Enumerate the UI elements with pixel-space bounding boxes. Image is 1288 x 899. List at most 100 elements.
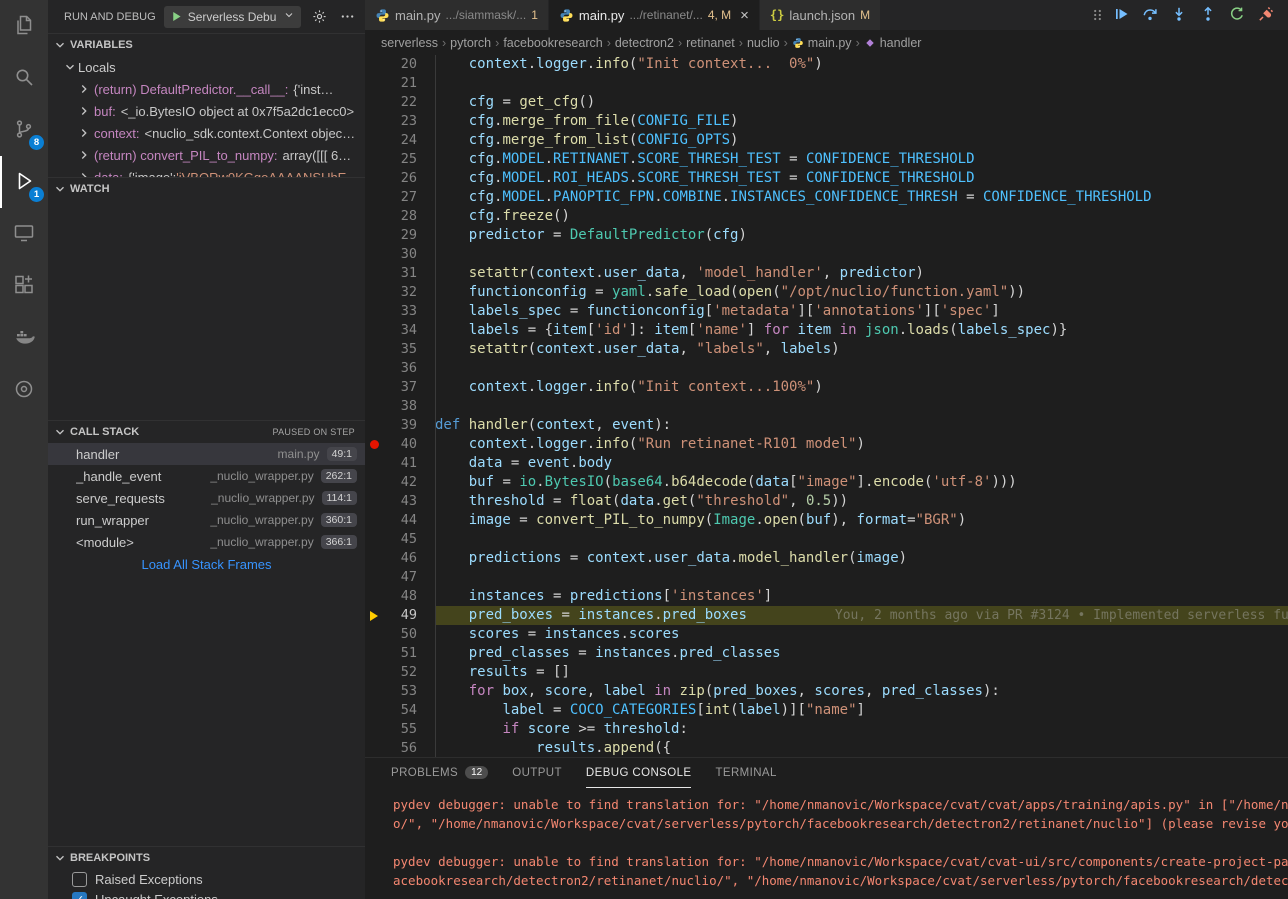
code-line[interactable]: 49 pred_boxes = instances.pred_boxesYou,… [365,606,1288,625]
code-line[interactable]: 26 cfg.MODEL.ROI_HEADS.SCORE_THRESH_TEST… [365,169,1288,188]
debug-disconnect-button[interactable] [1256,5,1276,25]
variable-row[interactable]: context:<nuclio_sdk.context.Context obje… [48,122,365,144]
breadcrumb-item-serverless[interactable]: serverless [381,36,438,50]
code-line[interactable]: 42 buf = io.BytesIO(base64.b64decode(dat… [365,473,1288,492]
panel-tab-output[interactable]: OUTPUT [512,758,562,788]
code-line[interactable]: 54 label = COCO_CATEGORIES[int(label)]["… [365,701,1288,720]
debug-step-out-button[interactable] [1198,5,1218,25]
code-line[interactable]: 50 scores = instances.scores [365,625,1288,644]
code-line[interactable]: 39def handler(context, event): [365,416,1288,435]
code-line[interactable]: 48 instances = predictions['instances'] [365,587,1288,606]
breakpoints-section-header[interactable]: BREAKPOINTS [48,847,365,869]
close-icon[interactable]: × [740,8,749,23]
code-line[interactable]: 24 cfg.merge_from_list(CONFIG_OPTS) [365,131,1288,150]
more-actions-icon[interactable] [337,9,357,24]
breadcrumb-item-retinanet[interactable]: retinanet [686,36,735,50]
panel-tab-problems[interactable]: PROBLEMS12 [391,758,488,788]
editor-tab[interactable]: main.py.../siammask/...1 [365,0,549,30]
code-line[interactable]: 27 cfg.MODEL.PANOPTIC_FPN.COMBINE.INSTAN… [365,188,1288,207]
breakpoint-row[interactable]: ✓Uncaught Exceptions [48,889,365,899]
code-line[interactable]: 28 cfg.freeze() [365,207,1288,226]
activity-item-docker[interactable] [0,312,48,364]
watch-section-header[interactable]: WATCH [48,178,365,200]
console-line: pydev debugger: unable to find translati… [393,795,1288,814]
debug-console-output[interactable]: pydev debugger: unable to find translati… [365,788,1288,899]
code-line[interactable]: 44 image = convert_PIL_to_numpy(Image.op… [365,511,1288,530]
checkbox[interactable] [72,872,87,887]
code-line[interactable]: 20 context.logger.info("Init context... … [365,55,1288,74]
variables-scope-locals[interactable]: Locals [48,56,365,78]
line-number: 30 [383,245,417,264]
load-all-stack-frames-link[interactable]: Load All Stack Frames [48,553,365,577]
code-line[interactable]: 30 [365,245,1288,264]
code-line[interactable]: 43 threshold = float(data.get("threshold… [365,492,1288,511]
line-number: 38 [383,397,417,416]
code-line[interactable]: 52 results = [] [365,663,1288,682]
callstack-section-header[interactable]: CALL STACK PAUSED ON STEP [48,421,365,443]
breadcrumb-label: retinanet [686,36,735,50]
gear-icon[interactable] [309,9,329,24]
activity-item-extensions[interactable] [0,260,48,312]
debug-step-into-button[interactable] [1169,5,1189,25]
code-line[interactable]: 32 functionconfig = yaml.safe_load(open(… [365,283,1288,302]
code-line[interactable]: 51 pred_classes = instances.pred_classes [365,644,1288,663]
breadcrumb-item-facebookresearch[interactable]: facebookresearch [503,36,602,50]
checkbox[interactable]: ✓ [72,892,87,899]
code-line[interactable]: 55 if score >= threshold: [365,720,1288,739]
variable-row[interactable]: (return) DefaultPredictor.__call__:{'ins… [48,78,365,100]
activity-item-files[interactable] [0,0,48,52]
breadcrumb-item-nuclio[interactable]: nuclio [747,36,780,50]
code-line[interactable]: 46 predictions = context.user_data.model… [365,549,1288,568]
code-line[interactable]: 37 context.logger.info("Init context...1… [365,378,1288,397]
code-editor[interactable]: 20 context.logger.info("Init context... … [365,55,1288,757]
variable-row[interactable]: (return) convert_PIL_to_numpy:array([[[ … [48,144,365,166]
debug-step-over-button[interactable] [1140,5,1160,25]
debug-continue-button[interactable] [1111,5,1131,25]
stack-frame-row[interactable]: _handle_event_nuclio_wrapper.py262:1 [48,465,365,487]
debug-config-dropdown[interactable]: Serverless Debu [164,6,301,28]
panel-tab-debug-console[interactable]: DEBUG CONSOLE [586,758,692,788]
code-line[interactable]: 23 cfg.merge_from_file(CONFIG_FILE) [365,112,1288,131]
editor-tab[interactable]: {}launch.jsonM [760,0,881,30]
toolbar-grip-icon[interactable] [1093,7,1102,23]
code-line[interactable]: 38 [365,397,1288,416]
activity-item-search[interactable] [0,52,48,104]
activity-item-extension-circle[interactable] [0,364,48,416]
breakpoint-icon[interactable] [365,440,383,449]
breadcrumb-item-detectron2[interactable]: detectron2 [615,36,674,50]
code-line[interactable]: 21 [365,74,1288,93]
code-line[interactable]: 41 data = event.body [365,454,1288,473]
variables-section-header[interactable]: VARIABLES [48,34,365,56]
debug-restart-button[interactable] [1227,5,1247,25]
breadcrumb-item-main-py[interactable]: main.py [792,36,852,50]
code-line[interactable]: 33 labels_spec = functionconfig['metadat… [365,302,1288,321]
code-line[interactable]: 35 setattr(context.user_data, "labels", … [365,340,1288,359]
editor-tab[interactable]: main.py.../retinanet/...4, M× [549,0,760,30]
start-debugging-icon[interactable] [170,10,183,23]
breadcrumb-item-handler[interactable]: handler [864,36,922,50]
code-line[interactable]: 40 context.logger.info("Run retinanet-R1… [365,435,1288,454]
current-line-arrow-icon[interactable] [365,611,383,621]
breakpoint-row[interactable]: Raised Exceptions [48,869,365,889]
stack-frame-row[interactable]: <module>_nuclio_wrapper.py366:1 [48,531,365,553]
variable-row[interactable]: buf:<_io.BytesIO object at 0x7f5a2dc1ecc… [48,100,365,122]
code-line[interactable]: 34 labels = {item['id']: item['name'] fo… [365,321,1288,340]
code-line[interactable]: 47 [365,568,1288,587]
code-line[interactable]: 22 cfg = get_cfg() [365,93,1288,112]
code-line[interactable]: 45 [365,530,1288,549]
code-line[interactable]: 25 cfg.MODEL.RETINANET.SCORE_THRESH_TEST… [365,150,1288,169]
activity-item-run-debug[interactable]: 1 [0,156,48,208]
code-line[interactable]: 31 setattr(context.user_data, 'model_han… [365,264,1288,283]
stack-frame-row[interactable]: serve_requests_nuclio_wrapper.py114:1 [48,487,365,509]
stack-frame-row[interactable]: run_wrapper_nuclio_wrapper.py360:1 [48,509,365,531]
code-line[interactable]: 56 results.append({ [365,739,1288,757]
code-line[interactable]: 29 predictor = DefaultPredictor(cfg) [365,226,1288,245]
variable-row[interactable]: data:{'image': 'iVBORw0KGgoAAAANSUhE… [48,166,365,177]
panel-tab-terminal[interactable]: TERMINAL [715,758,776,788]
code-line[interactable]: 53 for box, score, label in zip(pred_box… [365,682,1288,701]
activity-item-remote-explorer[interactable] [0,208,48,260]
stack-frame-row[interactable]: handlermain.py49:1 [48,443,365,465]
activity-item-source-control[interactable]: 8 [0,104,48,156]
breadcrumb-item-pytorch[interactable]: pytorch [450,36,491,50]
code-line[interactable]: 36 [365,359,1288,378]
